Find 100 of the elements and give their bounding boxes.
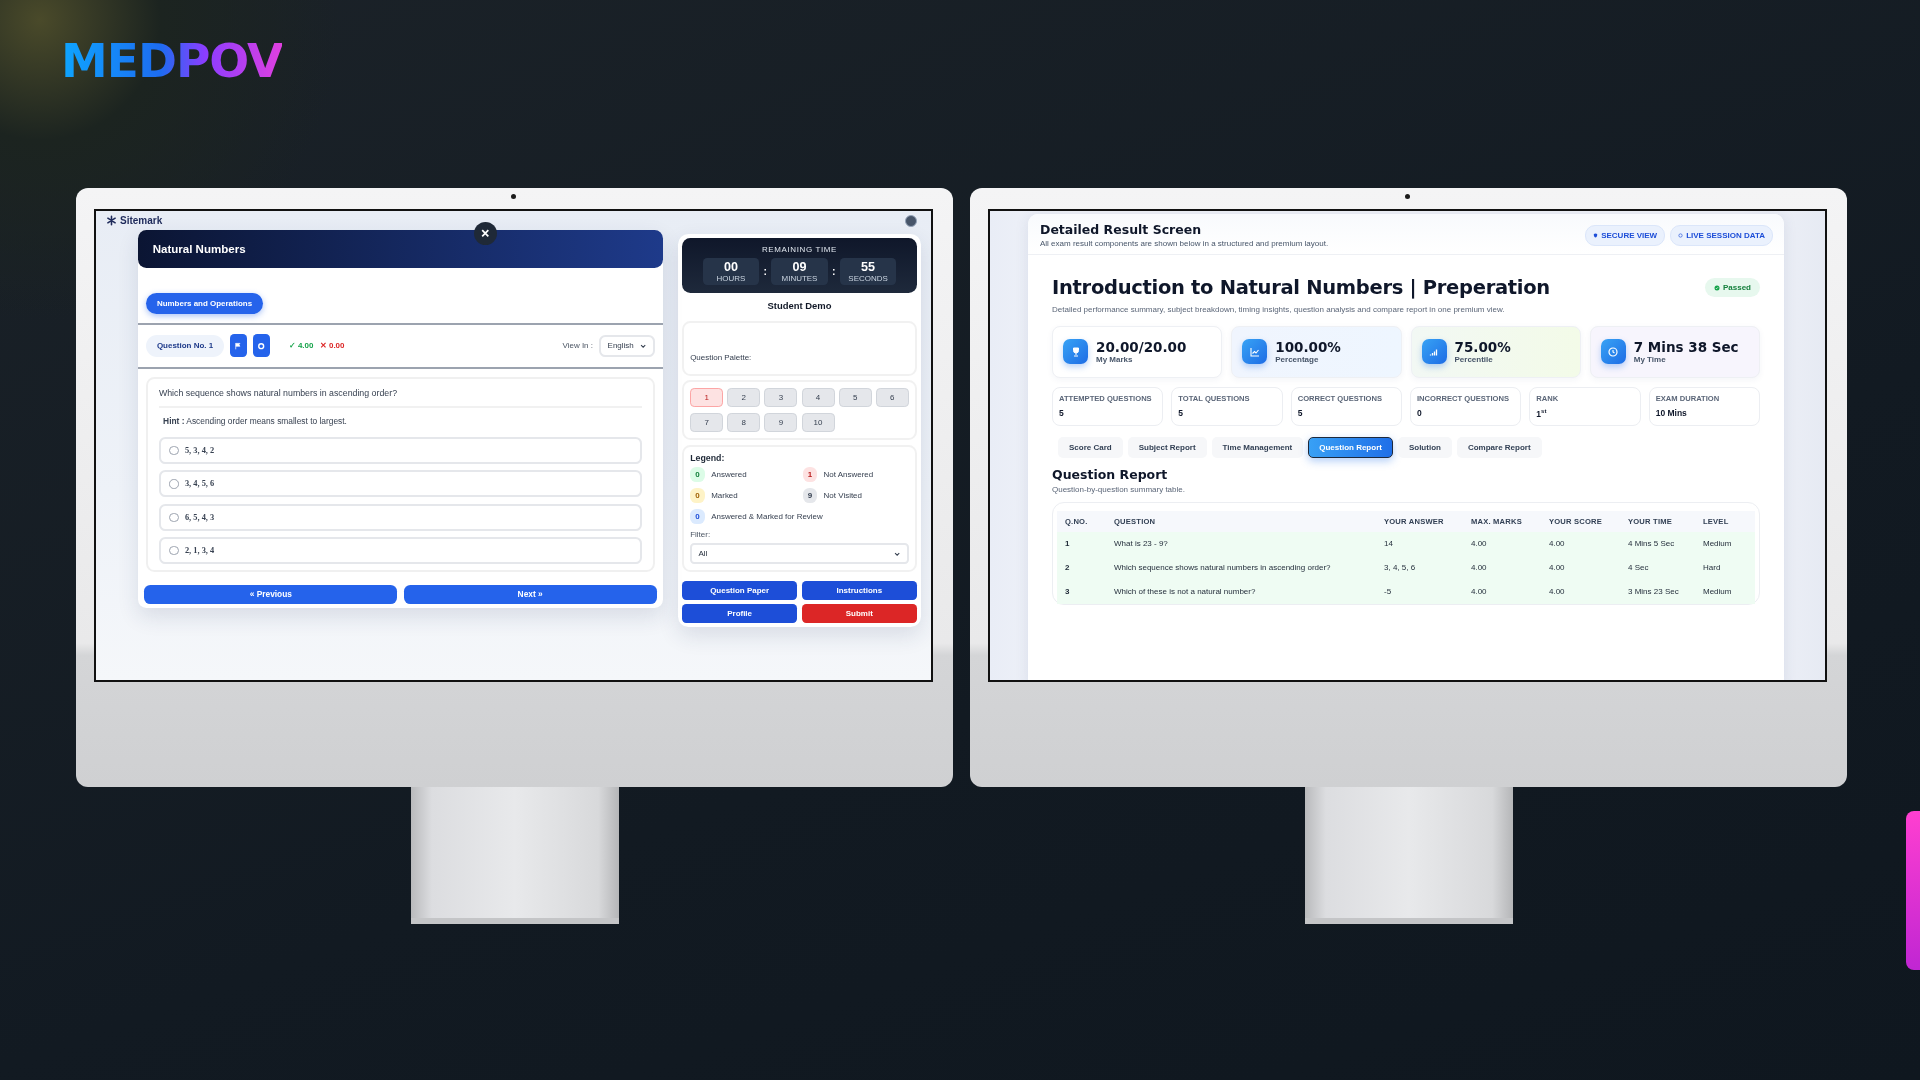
section-subtitle: Question-by-question summary table.: [1052, 484, 1186, 494]
question-number-button[interactable]: 1: [690, 388, 724, 408]
table-cell-text: 14: [1384, 539, 1394, 549]
question-text: Which sequence shows natural numbers in ascending order?: [158, 385, 643, 409]
status-badge: LIVE SESSION DATA: [1670, 224, 1773, 246]
panel-button[interactable]: Profile: [681, 603, 798, 623]
radio-button[interactable]: [169, 479, 179, 489]
positive-marks: ✓ 4.00: [288, 341, 314, 351]
timer-title: REMAINING TIME: [761, 244, 837, 254]
radio-button[interactable]: [169, 512, 179, 522]
timer-label: MINUTES: [781, 273, 818, 283]
previous-button[interactable]: « Previous: [144, 585, 398, 604]
close-button[interactable]: [474, 221, 498, 245]
question-number-button[interactable]: 7: [690, 413, 724, 433]
question-number-button[interactable]: 9: [764, 413, 798, 433]
report-tab[interactable]: Subject Report: [1127, 436, 1207, 458]
question-number-button[interactable]: 2: [727, 388, 761, 408]
camera-dot: [511, 194, 516, 199]
legend-badge: 0: [690, 488, 705, 503]
summary-value: 5: [1059, 407, 1065, 418]
summary-value: 1$^{st}$: [1536, 407, 1548, 419]
page-title: Detailed Result Screen: [1040, 222, 1203, 237]
timer-value: 55: [861, 259, 876, 274]
panel-button[interactable]: Instructions: [801, 580, 918, 600]
timer-label: SECONDS: [848, 273, 888, 283]
question-number-button[interactable]: 10: [801, 413, 835, 433]
filter-label: Filter:: [690, 530, 712, 540]
status-badge: Passed: [1704, 278, 1760, 298]
stat-label: My Marks: [1096, 354, 1134, 364]
status-badge: SECURE VIEW: [1585, 224, 1666, 246]
filter-select[interactable]: All: [690, 543, 909, 565]
legend-label: Answered: [711, 470, 747, 479]
section-title: Question Report: [1052, 466, 1169, 482]
timer-label: HOURS: [716, 273, 746, 283]
quiz-title: Natural Numbers: [138, 230, 663, 268]
legend-label: Marked: [711, 491, 738, 500]
report-tab[interactable]: Time Management: [1211, 436, 1304, 458]
exam-title: Introduction to Natural Numbers | Preperation: [1052, 277, 1550, 299]
summary-value: 5: [1178, 407, 1185, 418]
timer-value: 00: [723, 259, 738, 274]
table-cell-text: 4.00: [1549, 539, 1566, 549]
exam-description: Detailed performance summary, subject breakdown, timing insights, question analysis and compare report in one premium view.: [1052, 304, 1506, 317]
table-cell-text: Medium: [1703, 539, 1733, 549]
legend-badge: 0: [690, 509, 705, 524]
question-number-button[interactable]: 8: [727, 413, 761, 433]
question-number-button[interactable]: 5: [838, 388, 872, 408]
stat-value: 75.00%: [1454, 339, 1511, 355]
question-number-button[interactable]: 3: [764, 388, 798, 408]
hint-text: Hint : Ascending order means smallest to largest.: [162, 415, 348, 429]
check-circle-icon: [1713, 284, 1720, 291]
flag-button[interactable]: [229, 334, 247, 358]
settings-button[interactable]: [253, 334, 270, 358]
table-cell-text: Which of these is not a natural number?: [1114, 587, 1257, 597]
legend-badge: 1: [802, 467, 818, 482]
timer-value: 09: [792, 259, 807, 274]
shield-icon: [1593, 232, 1599, 238]
summary-value: 5: [1297, 407, 1304, 418]
radio-button[interactable]: [169, 445, 179, 456]
radio-button[interactable]: [169, 545, 179, 556]
page-subtitle: All exam result components are shown below in a structured and premium layout.: [1040, 239, 1329, 248]
palette-title: Question Palette:: [690, 352, 752, 362]
panel-button[interactable]: Question Paper: [681, 580, 798, 600]
table-cell-text: 2: [1065, 563, 1071, 573]
question-number-button[interactable]: 4: [801, 388, 835, 408]
legend-title: Legend:: [690, 452, 726, 463]
language-select[interactable]: English: [599, 335, 655, 357]
question-number: Question No. 1: [146, 335, 224, 357]
summary-value: 0: [1417, 407, 1423, 418]
table-cell-text: What is 23 - 9?: [1114, 539, 1169, 549]
panel-button[interactable]: Submit: [801, 603, 918, 623]
circle-icon: [1678, 232, 1684, 238]
clock-icon: [1607, 345, 1620, 358]
table-cell-text: 4.00: [1471, 539, 1488, 549]
legend-badge: 0: [690, 467, 705, 482]
table-cell-text: 4.00: [1549, 563, 1566, 573]
avatar-icon[interactable]: [905, 214, 917, 227]
table-cell-text: -5: [1384, 587, 1393, 597]
report-tab[interactable]: Question Report: [1308, 436, 1393, 458]
table-cell-text: Which sequence shows natural numbers in ascending order?: [1114, 563, 1332, 573]
report-tab[interactable]: Score Card: [1058, 436, 1123, 458]
next-button[interactable]: Next »: [403, 585, 657, 604]
table-cell-text: 3, 4, 5, 6: [1384, 563, 1417, 573]
asterisk-logo-icon: [106, 215, 117, 226]
question-number-button[interactable]: 6: [875, 388, 909, 408]
report-tab[interactable]: Solution: [1397, 436, 1452, 458]
stat-value: 7 Mins 38 Sec: [1633, 339, 1739, 355]
legend-label: Answered & Marked for Review: [711, 511, 823, 521]
line-chart-icon: [1248, 345, 1261, 358]
caret-icon: [640, 342, 647, 349]
section-tab[interactable]: Numbers and Operations: [146, 292, 263, 315]
view-in-label: View In :: [562, 341, 593, 351]
stat-label: Percentage: [1275, 354, 1320, 364]
legend-label: Not Answered: [823, 470, 874, 479]
caret-icon: [894, 550, 901, 557]
report-tab[interactable]: Compare Report: [1456, 436, 1542, 458]
table-cell-text: Medium: [1703, 587, 1733, 597]
stat-value: 100.00%: [1275, 339, 1341, 355]
table-cell-text: 4 Mins 5 Sec: [1628, 539, 1676, 549]
stat-value: 20.00/20.00: [1096, 339, 1187, 355]
table-cell-text: 3: [1065, 587, 1071, 597]
